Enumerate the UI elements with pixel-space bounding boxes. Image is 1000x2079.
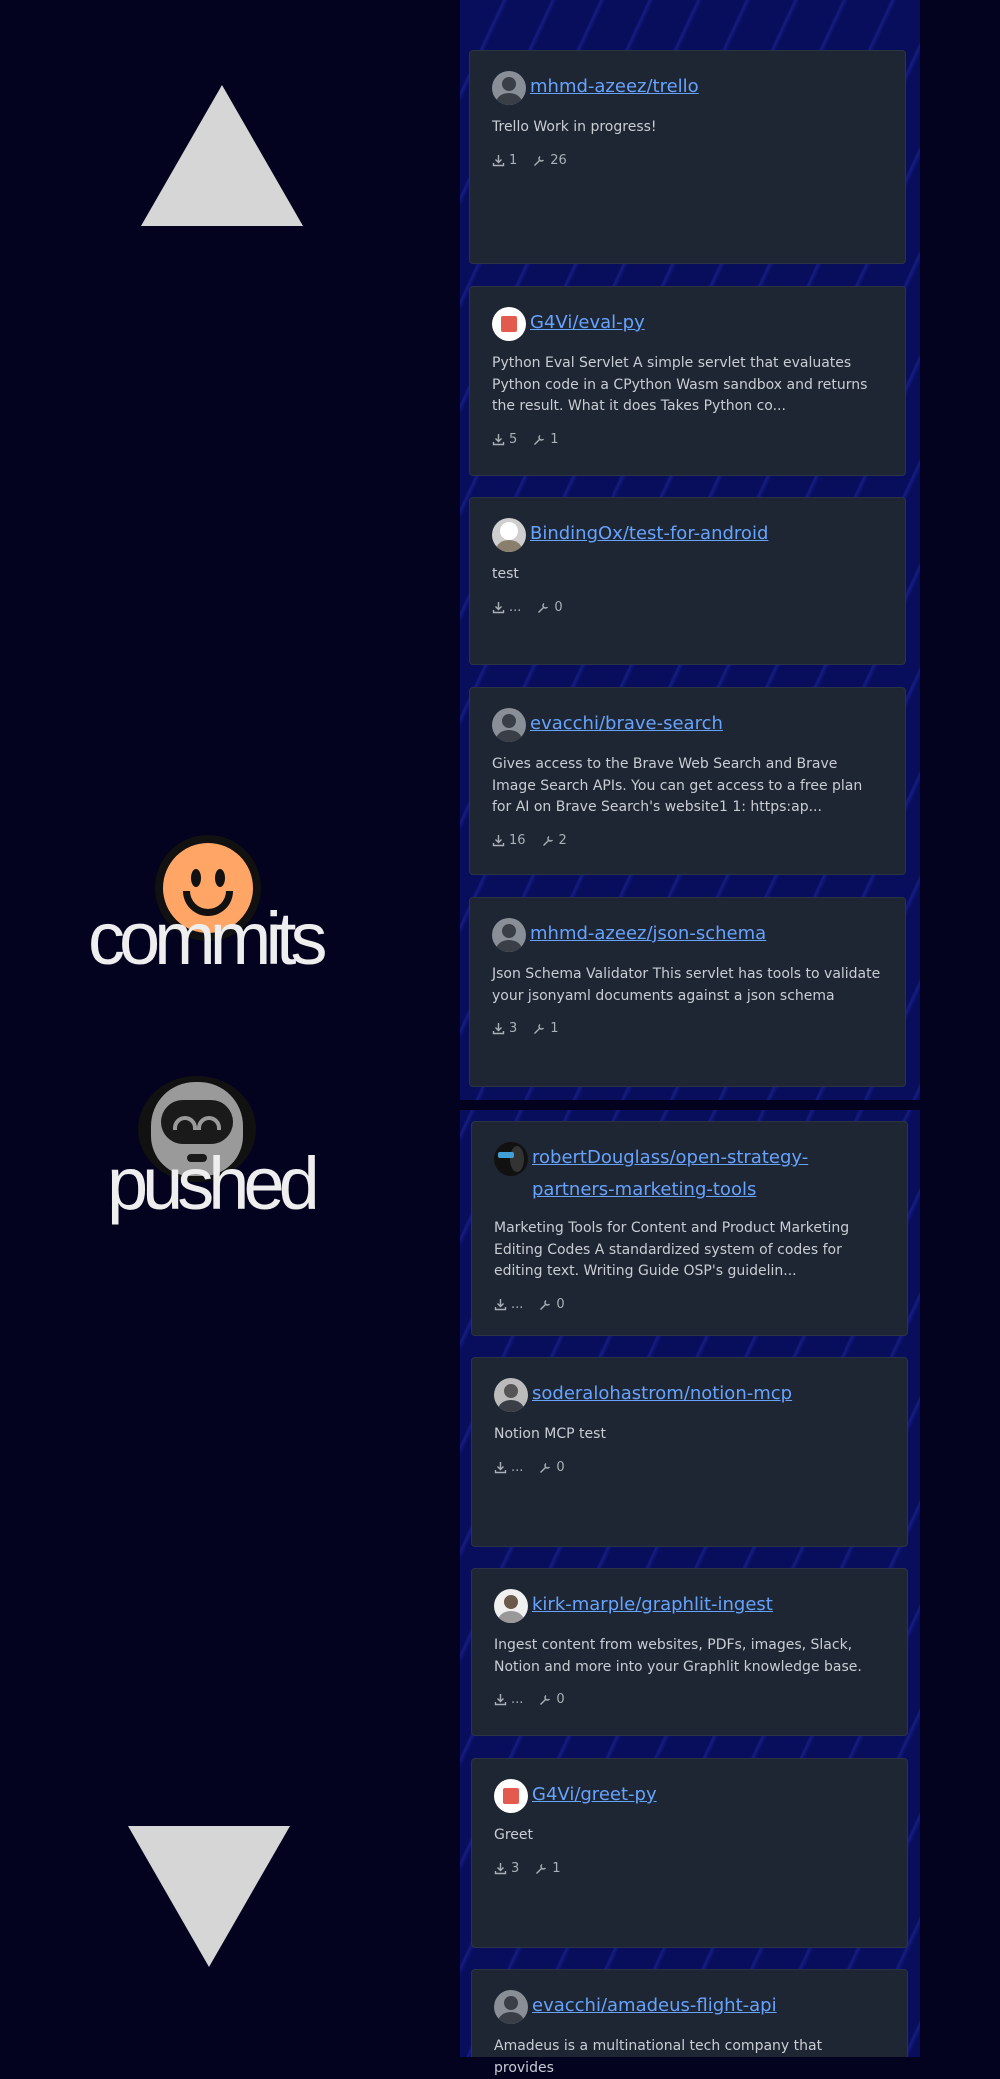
download-icon bbox=[492, 433, 505, 445]
avatar bbox=[492, 518, 526, 552]
avatar bbox=[494, 1589, 528, 1623]
download-icon bbox=[492, 1023, 505, 1035]
tool-count: 1 bbox=[550, 1021, 559, 1036]
download-count: ... bbox=[509, 599, 522, 615]
tool-count: 0 bbox=[554, 599, 563, 615]
commits-label: commits bbox=[88, 897, 327, 980]
download-icon bbox=[494, 1862, 507, 1874]
wrench-icon bbox=[538, 602, 549, 613]
download-count: ... bbox=[511, 1296, 524, 1312]
tool-count: 1 bbox=[552, 1860, 561, 1876]
card-description: Trello Work in progress! bbox=[492, 119, 657, 135]
card-description: Ingest content from websites, PDFs, imag… bbox=[494, 1637, 862, 1675]
wrench-icon bbox=[542, 835, 553, 846]
repo-link[interactable]: mhmd-azeez/trello bbox=[530, 71, 699, 103]
left-panel: commits pushed bbox=[0, 0, 460, 2057]
repo-link[interactable]: robertDouglass/open-strategy-partners-ma… bbox=[532, 1142, 885, 1206]
download-count: 3 bbox=[511, 1860, 520, 1876]
download-icon bbox=[494, 1694, 507, 1706]
servlet-card[interactable]: mhmd-azeez/json-schema Json Schema Valid… bbox=[469, 897, 906, 1087]
tool-count: 1 bbox=[550, 431, 559, 447]
card-description: Amadeus is a multinational tech company … bbox=[494, 2038, 823, 2076]
card-description: Json Schema Validator This servlet has t… bbox=[492, 966, 881, 1004]
servlet-card[interactable]: evacchi/amadeus-flight-api Amadeus is a … bbox=[471, 1969, 908, 2076]
wrench-icon bbox=[540, 1462, 551, 1473]
servlet-card[interactable]: mhmd-azeez/trello Trello Work in progres… bbox=[469, 50, 906, 264]
card-description: Notion MCP test bbox=[494, 1426, 606, 1442]
download-icon bbox=[492, 154, 505, 166]
tool-count: 0 bbox=[556, 1692, 565, 1707]
avatar bbox=[494, 1142, 528, 1176]
tool-count: 0 bbox=[556, 1459, 565, 1475]
download-icon bbox=[492, 601, 505, 613]
avatar bbox=[492, 71, 526, 105]
repo-link[interactable]: mhmd-azeez/json-schema bbox=[530, 918, 766, 950]
repo-link[interactable]: evacchi/amadeus-flight-api bbox=[532, 1990, 777, 2022]
pushed-label: pushed bbox=[107, 1142, 320, 1225]
servlet-card[interactable]: G4Vi/eval-py Python Eval Servlet A simpl… bbox=[469, 286, 906, 476]
download-icon bbox=[494, 1461, 507, 1473]
servlet-card[interactable]: evacchi/brave-search Gives access to the… bbox=[469, 687, 906, 875]
repo-link[interactable]: soderalohastrom/notion-mcp bbox=[532, 1378, 792, 1410]
repo-link[interactable]: G4Vi/greet-py bbox=[532, 1779, 657, 1811]
avatar bbox=[492, 307, 526, 341]
avatar bbox=[492, 918, 526, 952]
servlet-card[interactable]: G4Vi/greet-py Greet 3 1 bbox=[471, 1758, 908, 1948]
repo-link[interactable]: evacchi/brave-search bbox=[530, 708, 723, 740]
tool-count: 0 bbox=[556, 1296, 565, 1312]
avatar bbox=[492, 708, 526, 742]
avatar bbox=[494, 1779, 528, 1813]
wrench-icon bbox=[534, 155, 545, 166]
servlet-card[interactable]: kirk-marple/graphlit-ingest Ingest conte… bbox=[471, 1568, 908, 1736]
card-description: Marketing Tools for Content and Product … bbox=[494, 1220, 850, 1279]
wrench-icon bbox=[540, 1694, 551, 1705]
download-count: 3 bbox=[509, 1021, 518, 1036]
repo-link[interactable]: BindingOx/test-for-android bbox=[530, 518, 768, 550]
arrow-up-icon[interactable] bbox=[141, 85, 303, 226]
download-count: ... bbox=[511, 1692, 524, 1707]
download-icon bbox=[492, 834, 505, 846]
download-count: 5 bbox=[509, 431, 518, 447]
card-description: Greet bbox=[494, 1827, 534, 1843]
avatar bbox=[494, 1990, 528, 2024]
servlet-card[interactable]: BindingOx/test-for-android test ... 0 bbox=[469, 497, 906, 665]
card-description: test bbox=[492, 566, 519, 582]
wrench-icon bbox=[540, 1299, 551, 1310]
download-count: 1 bbox=[509, 152, 518, 168]
wrench-icon bbox=[534, 434, 545, 445]
card-description: Python Eval Servlet A simple servlet tha… bbox=[492, 355, 868, 414]
servlet-card[interactable]: robertDouglass/open-strategy-partners-ma… bbox=[471, 1121, 908, 1336]
wrench-icon bbox=[534, 1023, 545, 1034]
servlet-card[interactable]: soderalohastrom/notion-mcp Notion MCP te… bbox=[471, 1357, 908, 1547]
download-icon bbox=[494, 1298, 507, 1310]
arrow-down-icon[interactable] bbox=[128, 1826, 290, 1967]
repo-link[interactable]: kirk-marple/graphlit-ingest bbox=[532, 1589, 773, 1621]
tool-count: 26 bbox=[550, 152, 567, 168]
wrench-icon bbox=[536, 1863, 547, 1874]
repo-link[interactable]: G4Vi/eval-py bbox=[530, 307, 645, 339]
card-description: Gives access to the Brave Web Search and… bbox=[492, 756, 863, 815]
avatar bbox=[494, 1378, 528, 1412]
tool-count: 2 bbox=[558, 832, 567, 848]
download-count: ... bbox=[511, 1459, 524, 1475]
download-count: 16 bbox=[509, 832, 526, 848]
